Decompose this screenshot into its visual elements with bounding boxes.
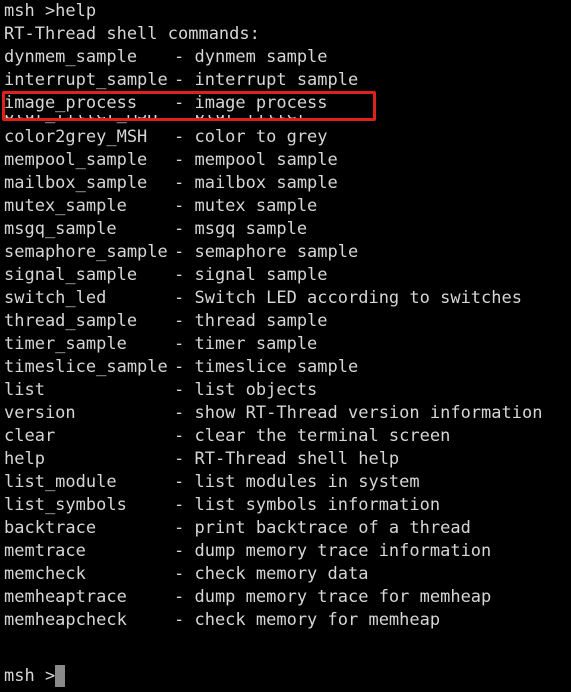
- command-description: - RT-Thread shell help: [174, 449, 400, 469]
- command-row: memheaptrace - dump memory trace for memh…: [4, 586, 571, 609]
- command-description: - list symbols information: [174, 495, 441, 515]
- command-row: mempool_sample - mempool sample: [4, 149, 571, 172]
- help-command-line: msh >help: [4, 1, 97, 21]
- command-description: - image process: [174, 93, 328, 113]
- command-description: - mempool sample: [174, 150, 338, 170]
- command-row: memheapcheck - check memory for memheap: [4, 609, 571, 632]
- command-row-highlighted: image_process - image process: [4, 92, 571, 115]
- command-description: - timer sample: [174, 334, 318, 354]
- command-name: clear: [4, 426, 56, 446]
- command-description: - msgq sample: [174, 219, 308, 239]
- command-row: mutex_sample - mutex sample: [4, 195, 571, 218]
- command-name: image_process: [4, 93, 138, 113]
- command-row: semaphore_sample - semaphore sample: [4, 241, 571, 264]
- command-name: version: [4, 403, 76, 423]
- command-name: list_module: [4, 472, 117, 492]
- command-name: memtrace: [4, 541, 86, 561]
- command-description: - mutex sample: [174, 196, 318, 216]
- command-description: - interrupt sample: [174, 70, 359, 90]
- command-row: list - list objects: [4, 379, 571, 402]
- command-name: timer_sample: [4, 334, 127, 354]
- command-description: - clear the terminal screen: [174, 426, 451, 446]
- command-name: switch_led: [4, 288, 107, 308]
- command-row: list_module - list modules in system: [4, 471, 571, 494]
- command-description: - print backtrace of a thread: [174, 518, 471, 538]
- command-name: interrupt_sample: [4, 70, 168, 90]
- command-row: memtrace - dump memory trace information: [4, 540, 571, 563]
- command-row: msgq_sample - msgq sample: [4, 218, 571, 241]
- command-description: - blur filter: [174, 115, 307, 124]
- command-row: timer_sample - timer sample: [4, 333, 571, 356]
- command-name: mutex_sample: [4, 196, 127, 216]
- terminal-window[interactable]: msh >help RT-Thread shell commands: dynm…: [0, 0, 571, 692]
- command-row: backtrace - print backtrace of a thread: [4, 517, 571, 540]
- command-description: - list modules in system: [174, 472, 420, 492]
- command-description: - timeslice sample: [174, 357, 359, 377]
- command-description: - semaphore sample: [174, 242, 359, 262]
- command-row: color2grey_MSH - color to grey: [4, 126, 571, 149]
- command-description: - dump memory trace information: [174, 541, 492, 561]
- command-description: - show RT-Thread version information: [174, 403, 543, 423]
- command-description: - check memory for memheap: [174, 610, 441, 630]
- command-name: semaphore_sample: [4, 242, 168, 262]
- command-row: thread_sample - thread sample: [4, 310, 571, 333]
- command-description: - dump memory trace for memheap: [174, 587, 492, 607]
- command-name: timeslice_sample: [4, 357, 168, 377]
- command-row: memcheck - check memory data: [4, 563, 571, 586]
- command-description: - mailbox sample: [174, 173, 338, 193]
- command-row: signal_sample - signal sample: [4, 264, 571, 287]
- commands-header: RT-Thread shell commands:: [4, 24, 260, 44]
- command-name: blur_filter_MSH: [4, 115, 174, 126]
- command-name: memheapcheck: [4, 610, 127, 630]
- command-name: mailbox_sample: [4, 173, 148, 193]
- command-name: list: [4, 380, 45, 400]
- command-description: - check memory data: [174, 564, 369, 584]
- command-description: - color to grey: [174, 127, 328, 147]
- command-name: color2grey_MSH: [4, 127, 148, 147]
- command-name: backtrace: [4, 518, 97, 538]
- command-row: list_symbols - list symbols information: [4, 494, 571, 517]
- command-row: interrupt_sample - interrupt sample: [4, 69, 571, 92]
- command-name: mempool_sample: [4, 150, 148, 170]
- command-row-partially-hidden: blur_filter_MSH- blur filter: [4, 115, 571, 126]
- command-name: dynmem_sample: [4, 47, 138, 67]
- shell-prompt: msh >: [4, 666, 56, 686]
- command-name: thread_sample: [4, 311, 138, 331]
- text-cursor[interactable]: [55, 665, 66, 687]
- command-name: msgq_sample: [4, 219, 117, 239]
- command-row: version - show RT-Thread version informat…: [4, 402, 571, 425]
- command-description: - dynmem sample: [174, 47, 328, 67]
- command-row: help - RT-Thread shell help: [4, 448, 571, 471]
- command-row: dynmem_sample - dynmem sample: [4, 46, 571, 69]
- command-name: memcheck: [4, 564, 86, 584]
- command-name: signal_sample: [4, 265, 138, 285]
- command-name: help: [4, 449, 45, 469]
- command-row: timeslice_sample - timeslice sample: [4, 356, 571, 379]
- input-prompt-line[interactable]: msh >: [4, 665, 66, 688]
- command-row: mailbox_sample - mailbox sample: [4, 172, 571, 195]
- command-row: clear - clear the terminal screen: [4, 425, 571, 448]
- command-description: - Switch LED according to switches: [174, 288, 522, 308]
- command-description: - thread sample: [174, 311, 328, 331]
- command-name: memheaptrace: [4, 587, 127, 607]
- command-description: - signal sample: [174, 265, 328, 285]
- command-description: - list objects: [174, 380, 318, 400]
- command-row: switch_led - Switch LED according to swit…: [4, 287, 571, 310]
- command-name: list_symbols: [4, 495, 127, 515]
